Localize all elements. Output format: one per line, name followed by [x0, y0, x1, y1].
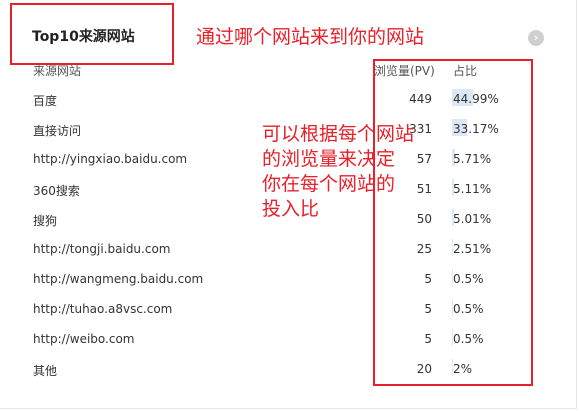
table-row: 其他 20 2%	[0, 359, 576, 392]
share-percent: 2%	[453, 362, 473, 376]
share-percent: 33.17%	[453, 122, 499, 136]
share-percent: 5.71%	[453, 152, 492, 166]
pv-value: 5	[424, 332, 432, 346]
share-cell: 0.5%	[452, 299, 522, 316]
table-row: http://wangmeng.baidu.com 5 0.5%	[0, 269, 576, 302]
share-percent: 5.01%	[453, 212, 492, 226]
pv-value: 449	[409, 92, 432, 106]
share-percent: 5.11%	[453, 182, 492, 196]
annotation-middle-line: 可以根据每个网站	[262, 123, 415, 145]
share-cell: 5.71%	[452, 149, 522, 166]
source-site: 其他	[33, 364, 58, 378]
source-site: 360搜索	[33, 184, 80, 198]
top10-source-sites-card: Top10来源网站 通过哪个网站来到你的网站 › 来源网站 浏览量(PV) 占比…	[0, 0, 577, 409]
share-cell: 5.01%	[452, 209, 522, 226]
source-site: http://tuhao.a8vsc.com	[33, 302, 173, 316]
share-percent: 0.5%	[453, 272, 484, 286]
annotation-top: 通过哪个网站来到你的网站	[196, 26, 425, 48]
table-row: http://weibo.com 5 0.5%	[0, 329, 576, 362]
annotation-middle-line: 你在每个网站的	[262, 173, 396, 195]
annotation-middle: 可以根据每个网站 的浏览量来决定 你在每个网站的 投入比	[262, 122, 422, 222]
table-row: http://tongji.baidu.com 25 2.51%	[0, 239, 576, 272]
annotation-middle-line: 投入比	[262, 198, 320, 220]
chevron-right-icon[interactable]: ›	[528, 30, 544, 46]
column-header-pv: 浏览量(PV)	[374, 64, 435, 78]
column-header-site: 来源网站	[33, 64, 82, 78]
share-cell: 0.5%	[452, 269, 522, 286]
share-percent: 2.51%	[453, 242, 492, 256]
share-percent: 44.99%	[453, 92, 499, 106]
source-site: 直接访问	[33, 124, 82, 138]
share-cell: 0.5%	[452, 329, 522, 346]
share-cell: 2.51%	[452, 239, 522, 256]
share-cell: 33.17%	[452, 119, 522, 136]
pv-value: 25	[416, 242, 432, 256]
share-cell: 2%	[452, 359, 522, 376]
share-percent: 0.5%	[453, 332, 484, 346]
source-site: 百度	[33, 94, 58, 108]
table-row: http://tuhao.a8vsc.com 5 0.5%	[0, 299, 576, 332]
source-site: 搜狗	[33, 214, 58, 228]
pv-value: 5	[424, 302, 432, 316]
annotation-middle-line: 的浏览量来决定	[262, 148, 396, 170]
share-cell: 5.11%	[452, 179, 522, 196]
source-site: http://yingxiao.baidu.com	[33, 152, 188, 166]
source-site: http://tongji.baidu.com	[33, 242, 171, 256]
pv-value: 5	[424, 272, 432, 286]
source-site: http://weibo.com	[33, 332, 135, 346]
card-title: Top10来源网站	[32, 29, 135, 45]
pv-value: 20	[416, 362, 432, 376]
share-cell: 44.99%	[452, 89, 522, 106]
share-percent: 0.5%	[453, 302, 484, 316]
source-site: http://wangmeng.baidu.com	[33, 272, 204, 286]
table-row: 百度 449 44.99%	[0, 89, 576, 122]
column-header-pct: 占比	[453, 64, 478, 78]
